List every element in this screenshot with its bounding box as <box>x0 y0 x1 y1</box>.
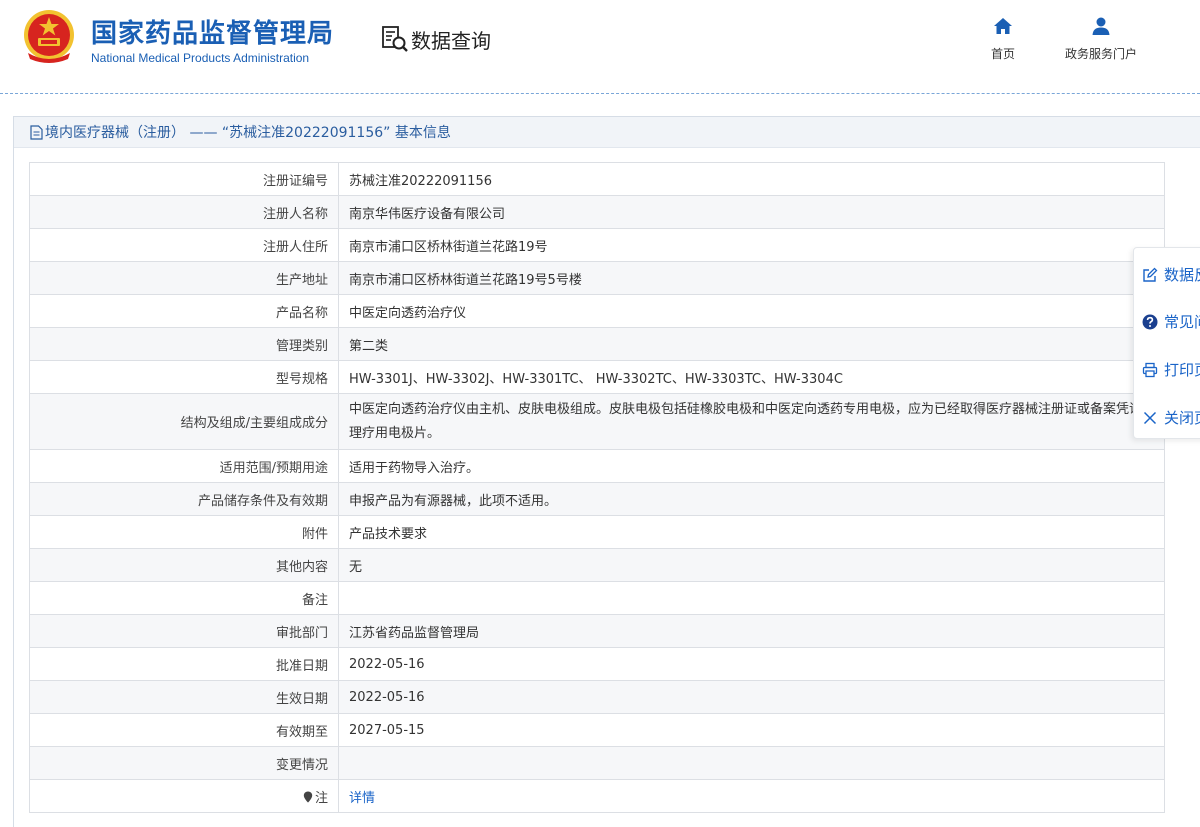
table-row: 结构及组成/主要组成成分 中医定向透药治疗仪由主机、皮肤电极组成。皮肤电极包括硅橡… <box>29 393 1165 450</box>
table-row: 产品名称 中医定向透药治疗仪 <box>29 294 1165 328</box>
field-value: 中医定向透药治疗仪由主机、皮肤电极组成。皮肤电极包括硅橡胶电极和中医定向透药专用… <box>338 393 1165 450</box>
table-row: 型号规格 HW-3301J、HW-3302J、HW-3301TC、 HW-3302… <box>29 360 1165 394</box>
field-label: 批准日期 <box>29 647 339 681</box>
document-search-icon <box>382 26 408 52</box>
field-label: 注册证编号 <box>29 162 339 196</box>
table-row: 注册人住所 南京市浦口区桥林街道兰花路19号 <box>29 228 1165 262</box>
field-value: 2027-05-15 <box>338 713 1165 747</box>
detail-panel: 境内医疗器械（注册） —— “苏械注准20222091156” 基本信息 注册证… <box>13 116 1200 827</box>
nav-home-label: 首页 <box>990 47 1015 61</box>
field-value <box>338 746 1165 780</box>
edit-icon <box>1143 267 1158 282</box>
table-row: 批准日期 2022-05-16 <box>29 647 1165 681</box>
field-value: 苏械注准20222091156 <box>338 162 1165 196</box>
table-row: 注册证编号 苏械注准20222091156 <box>29 162 1165 196</box>
field-label-note: 注 <box>29 779 339 813</box>
nav-service-portal[interactable]: 政务服务门户 <box>1056 16 1146 62</box>
home-icon <box>994 18 1012 34</box>
site-header: 国家药品监督管理局 National Medical Products Admi… <box>0 0 1200 93</box>
field-label: 变更情况 <box>29 746 339 780</box>
faq-label: 常见问题 <box>1164 313 1200 331</box>
field-value <box>338 581 1165 615</box>
field-value: 2022-05-16 <box>338 680 1165 714</box>
panel-title: 境内医疗器械（注册） —— “苏械注准20222091156” 基本信息 <box>45 125 451 141</box>
field-label: 生产地址 <box>29 261 339 295</box>
user-icon <box>1092 17 1110 35</box>
table-row: 产品储存条件及有效期 申报产品为有源器械，此项不适用。 <box>29 482 1165 516</box>
table-row: 备注 <box>29 581 1165 615</box>
document-icon <box>30 124 43 140</box>
field-value: HW-3301J、HW-3302J、HW-3301TC、 HW-3302TC、H… <box>338 360 1165 394</box>
table-row: 管理类别 第二类 <box>29 327 1165 361</box>
field-value: 详情 <box>338 779 1165 813</box>
agency-name-en: National Medical Products Administration <box>91 51 310 65</box>
table-row: 生产地址 南京市浦口区桥林街道兰花路19号5号楼 <box>29 261 1165 295</box>
field-label: 附件 <box>29 515 339 549</box>
table-row: 注册人名称 南京华伟医疗设备有限公司 <box>29 195 1165 229</box>
field-label: 产品名称 <box>29 294 339 328</box>
close-page-label: 关闭页面 <box>1164 409 1200 427</box>
agency-name-cn: 国家药品监督管理局 <box>91 19 335 49</box>
field-value: 江苏省药品监督管理局 <box>338 614 1165 648</box>
field-label: 产品储存条件及有效期 <box>29 482 339 516</box>
field-value: 第二类 <box>338 327 1165 361</box>
field-label: 注册人名称 <box>29 195 339 229</box>
table-row: 附件 产品技术要求 <box>29 515 1165 549</box>
table-row: 有效期至 2027-05-15 <box>29 713 1165 747</box>
note-label: 注 <box>314 790 328 806</box>
data-query-label: 数据查询 <box>411 28 491 53</box>
table-row: 适用范围/预期用途 适用于药物导入治疗。 <box>29 449 1165 483</box>
feedback-button[interactable]: 数据反馈 <box>1142 264 1200 285</box>
floating-toolbar: 数据反馈 常见问题 打印页面 关闭页面 <box>1133 247 1200 439</box>
data-query-title: 数据查询 <box>380 24 491 54</box>
faq-button[interactable]: 常见问题 <box>1142 311 1200 332</box>
field-value: 适用于药物导入治疗。 <box>338 449 1165 483</box>
device-info-table: 注册证编号 苏械注准20222091156 注册人名称 南京华伟医疗设备有限公司 注… <box>29 162 1165 813</box>
field-label: 管理类别 <box>29 327 339 361</box>
table-row: 注 详情 <box>29 779 1165 813</box>
field-value: 产品技术要求 <box>338 515 1165 549</box>
field-label: 审批部门 <box>29 614 339 648</box>
close-icon <box>1143 411 1157 424</box>
table-row: 审批部门 江苏省药品监督管理局 <box>29 614 1165 648</box>
help-icon <box>1142 314 1158 329</box>
close-page-button[interactable]: 关闭页面 <box>1142 407 1200 428</box>
field-value: 无 <box>338 548 1165 582</box>
nav-home[interactable]: 首页 <box>986 16 1020 62</box>
table-row: 变更情况 <box>29 746 1165 780</box>
field-value: 南京华伟医疗设备有限公司 <box>338 195 1165 229</box>
field-label: 备注 <box>29 581 339 615</box>
field-value: 申报产品为有源器械，此项不适用。 <box>338 482 1165 516</box>
field-label: 生效日期 <box>29 680 339 714</box>
feedback-label: 数据反馈 <box>1164 266 1200 284</box>
field-value: 中医定向透药治疗仪 <box>338 294 1165 328</box>
panel-title-bar: 境内医疗器械（注册） —— “苏械注准20222091156” 基本信息 <box>14 117 1200 148</box>
field-value: 南京市浦口区桥林街道兰花路19号5号楼 <box>338 261 1165 295</box>
field-label: 型号规格 <box>29 360 339 394</box>
field-label: 结构及组成/主要组成成分 <box>29 393 339 450</box>
print-icon <box>1142 362 1158 377</box>
field-label: 有效期至 <box>29 713 339 747</box>
pin-icon <box>303 791 313 802</box>
print-button[interactable]: 打印页面 <box>1142 359 1200 380</box>
nav-service-portal-label: 政务服务门户 <box>1064 47 1137 61</box>
table-row: 其他内容无 <box>29 548 1165 582</box>
print-label: 打印页面 <box>1164 361 1200 379</box>
field-label: 适用范围/预期用途 <box>29 449 339 483</box>
details-link[interactable]: 详情 <box>349 791 375 806</box>
field-label: 注册人住所 <box>29 228 339 262</box>
table-row: 生效日期 2022-05-16 <box>29 680 1165 714</box>
field-label: 其他内容 <box>29 548 339 582</box>
field-value: 2022-05-16 <box>338 647 1165 681</box>
header-divider <box>0 93 1200 94</box>
field-value: 南京市浦口区桥林街道兰花路19号 <box>338 228 1165 262</box>
national-emblem-logo[interactable] <box>22 9 76 65</box>
